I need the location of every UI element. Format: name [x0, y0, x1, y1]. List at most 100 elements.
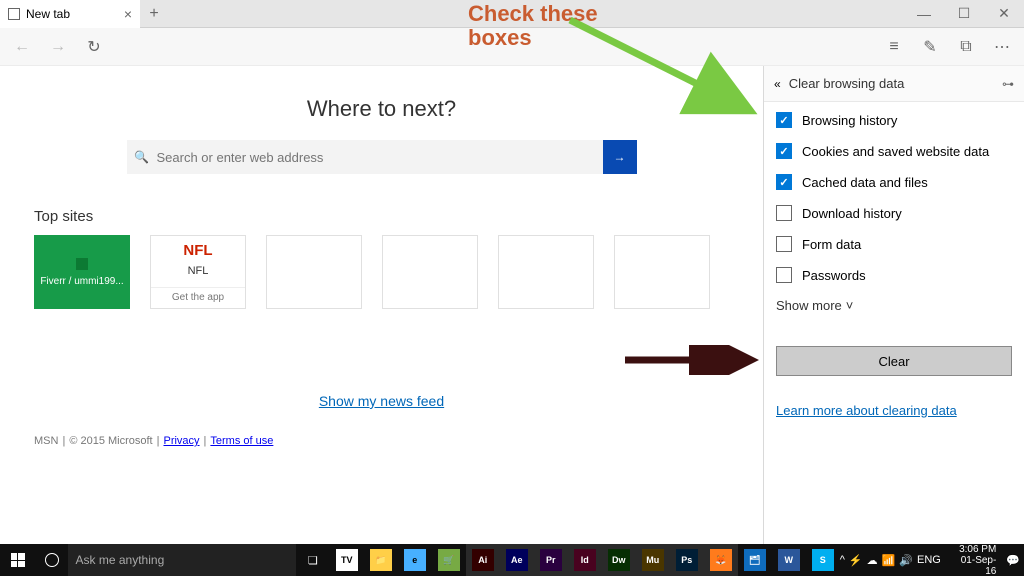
tile-empty[interactable]	[382, 235, 478, 309]
taskbar-app-icon[interactable]: 🦊	[704, 544, 738, 576]
checkbox[interactable]	[776, 236, 792, 252]
task-view-button[interactable]: ❏	[296, 544, 330, 576]
panel-header: « Clear browsing data ⊶	[764, 66, 1024, 102]
annotation-arrow-dark	[620, 345, 760, 375]
close-tab-icon[interactable]: ×	[124, 6, 132, 22]
taskbar-app-icon[interactable]: Dw	[602, 544, 636, 576]
tray-volume-icon[interactable]: 🔊	[899, 554, 913, 567]
checkbox-label: Passwords	[802, 268, 866, 283]
tray-chevron-icon[interactable]: ^	[840, 554, 845, 566]
search-input[interactable]	[157, 150, 603, 165]
checkbox[interactable]	[776, 205, 792, 221]
forward-button[interactable]: →	[44, 33, 72, 61]
top-sites-tiles: Fiverr / ummi199... NFL NFL Get the app	[34, 235, 710, 309]
fiverr-icon	[76, 258, 88, 270]
taskbar-app-icon[interactable]: S	[806, 544, 840, 576]
checkbox-row[interactable]: ✓Browsing history	[776, 112, 1012, 128]
tray-lang[interactable]: ENG	[917, 554, 941, 566]
tile-label: Fiverr / ummi199...	[40, 276, 123, 287]
clear-data-panel: « Clear browsing data ⊶ ✓Browsing histor…	[763, 66, 1024, 544]
tray-power-icon[interactable]: ⚡	[849, 554, 863, 567]
taskbar-app-icon[interactable]: Mu	[636, 544, 670, 576]
taskbar-app-icon[interactable]: Ai	[466, 544, 500, 576]
back-button[interactable]: ←	[8, 33, 36, 61]
new-tab-page: Where to next? 🔍 → Top sites Fiverr / um…	[0, 66, 763, 544]
checkbox-label: Form data	[802, 237, 861, 252]
checkbox[interactable]: ✓	[776, 174, 792, 190]
refresh-button[interactable]: ↻	[80, 33, 108, 61]
cortana-icon[interactable]	[36, 544, 68, 576]
new-tab-button[interactable]: +	[140, 5, 168, 23]
share-button[interactable]: ⧉	[952, 33, 980, 61]
tab-title: New tab	[26, 7, 70, 21]
start-button[interactable]	[0, 544, 36, 576]
tray-wifi-icon[interactable]: 📶	[882, 554, 896, 567]
system-tray[interactable]: ^ ⚡ ☁ 📶 🔊 ENG 3:06 PM 01-Sep-16 💬	[840, 544, 1024, 576]
nfl-logo: NFL	[183, 242, 212, 259]
cortana-placeholder: Ask me anything	[76, 553, 165, 567]
checkbox-row[interactable]: Download history	[776, 205, 1012, 221]
more-button[interactable]: ⋯	[988, 33, 1016, 61]
tile-fiverr[interactable]: Fiverr / ummi199...	[34, 235, 130, 309]
top-sites-label: Top sites	[34, 208, 710, 225]
taskbar-app-icon[interactable]: Ae	[500, 544, 534, 576]
taskbar-app-icon[interactable]: W	[772, 544, 806, 576]
clock-date: 01-Sep-16	[951, 555, 996, 577]
back-chevron-icon[interactable]: «	[774, 77, 781, 91]
chevron-down-icon: ˅	[846, 298, 854, 313]
taskbar-app-icon[interactable]: Pr	[534, 544, 568, 576]
page-icon	[8, 8, 20, 20]
tray-onedrive-icon[interactable]: ☁	[867, 554, 878, 567]
checkbox-row[interactable]: Passwords	[776, 267, 1012, 283]
taskbar-app-icon[interactable]: e	[398, 544, 432, 576]
footer-privacy[interactable]: Privacy	[163, 435, 199, 447]
annotation-line: boxes	[468, 25, 532, 50]
taskbar-app-icon[interactable]: Ps	[670, 544, 704, 576]
taskbar[interactable]: Ask me anything ❏ TV📁e🛒AiAePrIdDwMuPs🦊🗂W…	[0, 544, 1024, 576]
tray-clock[interactable]: 3:06 PM 01-Sep-16	[945, 544, 1002, 577]
footer-terms[interactable]: Terms of use	[210, 435, 273, 447]
learn-more-link[interactable]: Learn more about clearing data	[776, 403, 1012, 418]
checkbox-row[interactable]: ✓ Cookies and saved website data	[776, 143, 1012, 159]
search-bar[interactable]: 🔍 →	[127, 140, 637, 174]
footer-msn: MSN	[34, 435, 58, 447]
show-news-link[interactable]: Show my news feed	[319, 393, 444, 409]
close-window-button[interactable]: ✕	[984, 0, 1024, 28]
taskbar-app-icon[interactable]: 🗂	[738, 544, 772, 576]
checkbox-label: Cookies and saved website data	[802, 144, 989, 159]
clock-time: 3:06 PM	[951, 544, 996, 555]
search-icon: 🔍	[127, 150, 157, 164]
checkbox[interactable]: ✓	[776, 143, 792, 159]
pin-icon[interactable]: ⊶	[1002, 77, 1014, 91]
tray-notifications-icon[interactable]: 💬	[1006, 554, 1020, 567]
get-app-label: Get the app	[151, 287, 245, 303]
checkbox[interactable]: ✓	[776, 112, 792, 128]
taskbar-app-icon[interactable]: Id	[568, 544, 602, 576]
footer-copy: © 2015 Microsoft	[69, 435, 152, 447]
taskbar-app-icon[interactable]: 🛒	[432, 544, 466, 576]
checkbox[interactable]	[776, 267, 792, 283]
checkbox-row[interactable]: ✓ Cached data and files	[776, 174, 1012, 190]
tile-empty[interactable]	[614, 235, 710, 309]
cortana-search[interactable]: Ask me anything	[68, 544, 296, 576]
tile-label: NFL	[188, 265, 209, 277]
search-go-button[interactable]: →	[603, 140, 637, 174]
browser-tab[interactable]: New tab ×	[0, 0, 140, 28]
minimize-button[interactable]: —	[904, 0, 944, 28]
taskbar-app-icon[interactable]: 📁	[364, 544, 398, 576]
reading-view-button[interactable]: ≡	[880, 33, 908, 61]
taskbar-app-icon[interactable]: TV	[330, 544, 364, 576]
checkbox-label: Cached data and files	[802, 175, 928, 190]
show-more-link[interactable]: Show more ˅	[776, 298, 1012, 313]
tile-nfl[interactable]: NFL NFL Get the app	[150, 235, 246, 309]
note-button[interactable]: ✎	[916, 33, 944, 61]
tile-empty[interactable]	[498, 235, 594, 309]
checkbox-label: Download history	[802, 206, 902, 221]
checkbox-row[interactable]: Form data	[776, 236, 1012, 252]
clear-button[interactable]: Clear	[776, 346, 1012, 376]
page-footer: MSN| © 2015 Microsoft| Privacy| Terms of…	[34, 435, 273, 447]
page-title: Where to next?	[307, 96, 456, 122]
maximize-button[interactable]: ☐	[944, 0, 984, 28]
windows-icon	[11, 553, 25, 567]
tile-empty[interactable]	[266, 235, 362, 309]
